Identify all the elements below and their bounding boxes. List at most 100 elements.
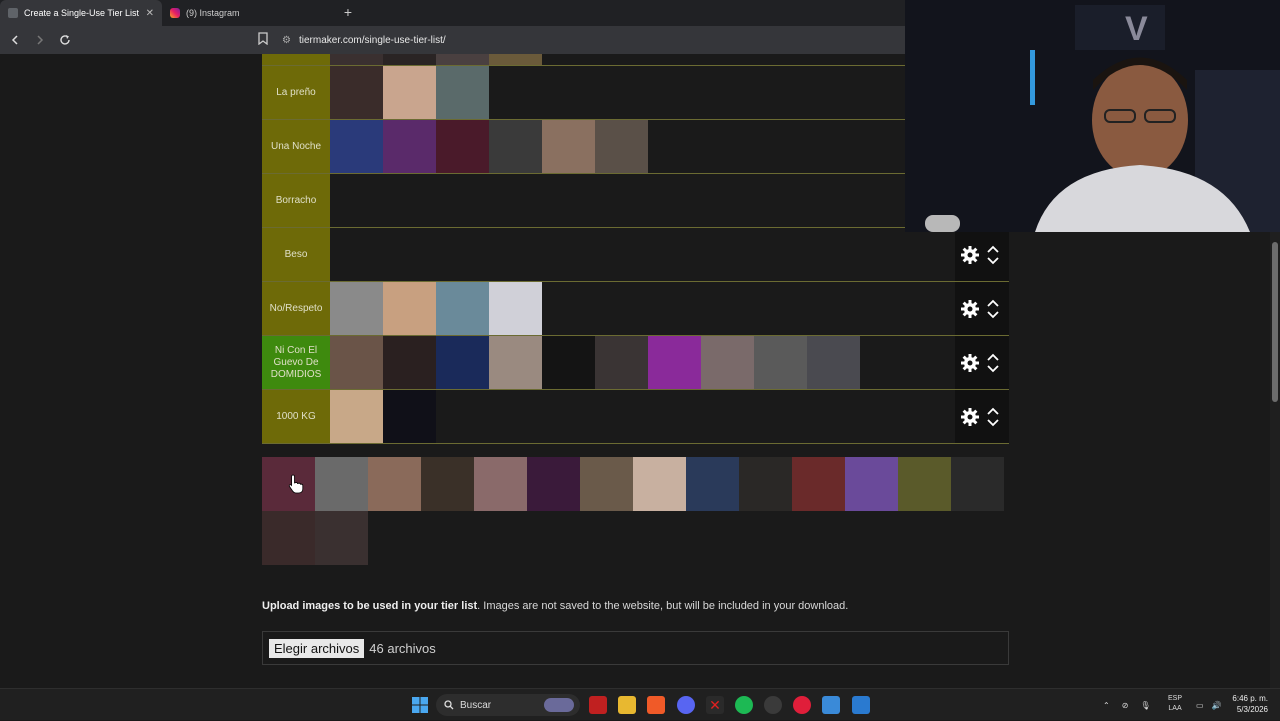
tier-row: La preño xyxy=(262,66,1009,120)
obs-icon[interactable] xyxy=(764,696,782,714)
tier-image[interactable] xyxy=(383,282,436,335)
discord-icon[interactable] xyxy=(677,696,695,714)
tier-label[interactable]: Ni Con El Guevo De DOMIDIOS xyxy=(262,336,330,389)
move-down-icon[interactable] xyxy=(987,364,999,373)
notepad-icon[interactable] xyxy=(822,696,840,714)
pool-image[interactable] xyxy=(368,457,421,511)
tier-image[interactable] xyxy=(489,282,542,335)
gear-icon[interactable] xyxy=(957,242,983,268)
tier-image[interactable] xyxy=(383,54,436,65)
pool-image[interactable] xyxy=(739,457,792,511)
tier-image[interactable] xyxy=(330,54,383,65)
tier-image[interactable] xyxy=(436,66,489,119)
move-down-icon[interactable] xyxy=(987,418,999,427)
move-up-icon[interactable] xyxy=(987,353,999,361)
tier-image[interactable] xyxy=(595,120,648,173)
pool-image[interactable] xyxy=(527,457,580,511)
back-button[interactable] xyxy=(5,30,25,50)
lang-bottom: LAA xyxy=(1168,705,1182,712)
site-info-icon[interactable]: ⚙ xyxy=(282,35,291,46)
pool-image[interactable] xyxy=(315,457,368,511)
pool-image[interactable] xyxy=(262,511,315,565)
pool-image[interactable] xyxy=(898,457,951,511)
file-input[interactable]: Elegir archivos 46 archivos xyxy=(262,631,1009,665)
tier-label[interactable]: No/Respeto xyxy=(262,282,330,335)
tier-image[interactable] xyxy=(754,336,807,389)
network-icon[interactable]: ▭ xyxy=(1196,701,1204,710)
tier-label[interactable]: Borracho xyxy=(262,174,330,227)
tier-controls xyxy=(955,390,1009,443)
pool-image[interactable] xyxy=(580,457,633,511)
pool-image[interactable] xyxy=(951,457,1004,511)
adobe-acrobat-icon[interactable] xyxy=(589,696,607,714)
tier-image[interactable] xyxy=(330,120,383,173)
pool-image[interactable] xyxy=(845,457,898,511)
move-up-icon[interactable] xyxy=(987,407,999,415)
reload-button[interactable] xyxy=(55,30,75,50)
move-up-icon[interactable] xyxy=(987,299,999,307)
tier-image[interactable] xyxy=(489,120,542,173)
tier-image[interactable] xyxy=(383,390,436,443)
taskbar-clock[interactable]: 6:46 p. m. 5/3/2026 xyxy=(1232,693,1268,715)
tier-image[interactable] xyxy=(489,336,542,389)
page-scrollbar[interactable] xyxy=(1270,232,1280,688)
volume-icon[interactable]: 🔊 xyxy=(1212,701,1222,710)
url-text[interactable]: tiermaker.com/single-use-tier-list/ xyxy=(299,35,446,46)
pool-image[interactable] xyxy=(421,457,474,511)
tier-image[interactable] xyxy=(383,336,436,389)
pool-image[interactable] xyxy=(792,457,845,511)
tier-image[interactable] xyxy=(701,336,754,389)
pool-image[interactable] xyxy=(686,457,739,511)
forward-button[interactable] xyxy=(30,30,50,50)
tier-image[interactable] xyxy=(383,120,436,173)
tier-label[interactable]: Una Noche xyxy=(262,120,330,173)
pool-image[interactable] xyxy=(474,457,527,511)
new-tab-button[interactable]: + xyxy=(336,0,360,26)
address-bar[interactable]: ⚙ tiermaker.com/single-use-tier-list/ xyxy=(282,30,446,50)
windows-start-icon[interactable] xyxy=(411,696,429,714)
tier-image[interactable] xyxy=(383,66,436,119)
tier-image[interactable] xyxy=(542,120,595,173)
gear-icon[interactable] xyxy=(957,350,983,376)
tier-image[interactable] xyxy=(542,336,595,389)
tab-tierlist[interactable]: Create a Single-Use Tier List (Pri ✕ xyxy=(0,0,162,26)
scrollbar-thumb[interactable] xyxy=(1272,242,1278,402)
tier-image[interactable] xyxy=(436,336,489,389)
opera-icon[interactable] xyxy=(793,696,811,714)
move-down-icon[interactable] xyxy=(987,310,999,319)
gear-icon[interactable] xyxy=(957,404,983,430)
paint-icon[interactable] xyxy=(852,696,870,714)
move-up-icon[interactable] xyxy=(987,245,999,253)
taskbar-search[interactable]: Buscar xyxy=(436,694,580,716)
tier-image[interactable] xyxy=(807,336,860,389)
tier-image[interactable] xyxy=(330,390,383,443)
pool-image[interactable] xyxy=(315,511,368,565)
tier-label[interactable]: Beso xyxy=(262,228,330,281)
gear-icon[interactable] xyxy=(957,296,983,322)
bookmark-icon[interactable] xyxy=(258,32,270,46)
tier-image[interactable] xyxy=(436,54,489,65)
tier-label[interactable]: La preño xyxy=(262,66,330,119)
capcut-icon[interactable]: ✕ xyxy=(706,696,724,714)
tier-image[interactable] xyxy=(330,336,383,389)
spotify-icon[interactable] xyxy=(735,696,753,714)
tier-image[interactable] xyxy=(648,336,701,389)
file-explorer-icon[interactable] xyxy=(618,696,636,714)
brave-browser-icon[interactable] xyxy=(647,696,665,714)
tier-image[interactable] xyxy=(436,282,489,335)
microphone-icon[interactable]: 🎙 xyxy=(1140,701,1150,710)
pool-image[interactable] xyxy=(633,457,686,511)
choose-files-button[interactable]: Elegir archivos xyxy=(269,638,365,658)
tier-image[interactable] xyxy=(489,54,542,65)
tab-instagram[interactable]: (9) Instagram xyxy=(162,0,312,26)
tier-image[interactable] xyxy=(330,282,383,335)
wifi-off-icon[interactable]: ⊘ xyxy=(1122,701,1129,710)
tab-close-icon[interactable]: ✕ xyxy=(146,8,154,19)
tier-image[interactable] xyxy=(595,336,648,389)
chevron-up-icon[interactable]: ⌃ xyxy=(1103,701,1110,710)
tier-image[interactable] xyxy=(436,120,489,173)
tier-label[interactable]: 1000 KG xyxy=(262,390,330,443)
tier-image[interactable] xyxy=(330,66,383,119)
language-indicator[interactable]: ESP LAA xyxy=(1168,694,1182,714)
move-down-icon[interactable] xyxy=(987,256,999,265)
